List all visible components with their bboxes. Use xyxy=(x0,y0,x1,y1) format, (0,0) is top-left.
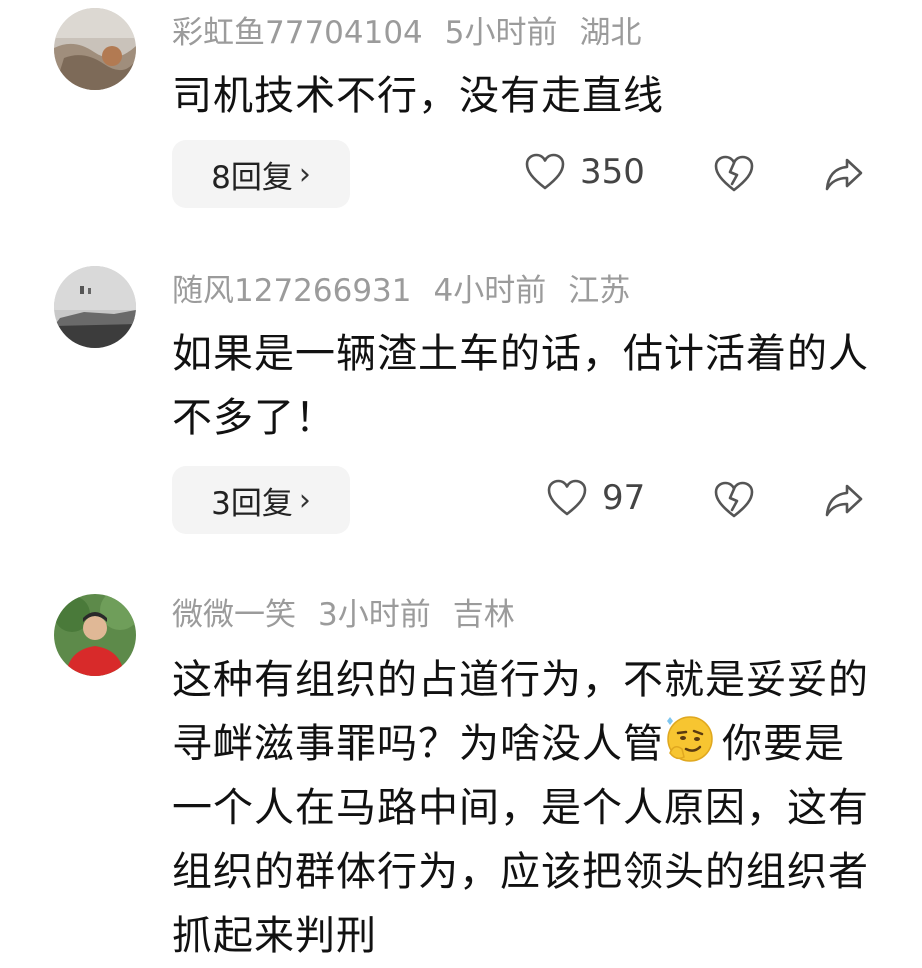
thinking-smirk-emoji-icon xyxy=(664,713,716,765)
avatar[interactable] xyxy=(54,8,136,90)
timestamp: 4小时前 xyxy=(433,273,547,309)
location: 江苏 xyxy=(568,273,631,309)
comment-item: 随风127266931 4小时前 江苏 如果是一辆渣土车的话，估计活着的人不多了！ … xyxy=(0,260,922,560)
username[interactable]: 彩虹鱼77704104 xyxy=(172,15,423,51)
chevron-right-icon: › xyxy=(298,482,311,518)
broken-heart-icon xyxy=(714,155,754,192)
comment-text: 司机技术不行，没有走直线 xyxy=(172,73,664,119)
comment-item: 彩虹鱼77704104 5小时前 湖北 司机技术不行，没有走直线 8回复 › 350 xyxy=(0,0,922,240)
comment-meta: 彩虹鱼77704104 5小时前 湖北 xyxy=(172,18,664,49)
comment-item: 微微一笑 3小时前 吉林 这种有组织的占道行为，不就是妥妥的寻衅滋事罪吗？为啥没人管… xyxy=(0,586,922,959)
comment-text: 如果是一辆渣土车的话，估计活着的人不多了！ xyxy=(172,331,869,441)
timestamp: 5小时前 xyxy=(444,15,558,51)
comment-text: 这种有组织的占道行为，不就是妥妥的寻衅滋事罪吗？为啥没人管 你要是一个人在马路中… xyxy=(172,648,882,968)
dislike-button[interactable] xyxy=(712,478,756,522)
username[interactable]: 微微一笑 xyxy=(172,597,296,633)
chevron-right-icon: › xyxy=(298,156,311,192)
location: 湖北 xyxy=(579,15,642,51)
comment-meta: 随风127266931 4小时前 江苏 xyxy=(172,276,652,307)
username[interactable]: 随风127266931 xyxy=(172,273,412,309)
share-button[interactable] xyxy=(822,152,866,196)
avatar[interactable] xyxy=(54,266,136,348)
share-button[interactable] xyxy=(822,478,866,522)
location: 吉林 xyxy=(452,597,515,633)
comment-meta: 微微一笑 3小时前 吉林 xyxy=(172,600,537,631)
replies-label: 3回复 xyxy=(211,485,293,522)
avatar[interactable] xyxy=(54,594,136,676)
heart-outline-icon xyxy=(547,479,587,516)
like-button[interactable]: 350 xyxy=(524,152,645,192)
share-arrow-icon xyxy=(825,484,863,517)
broken-heart-icon xyxy=(714,481,754,518)
like-count: 350 xyxy=(580,152,645,192)
replies-label: 8回复 xyxy=(211,159,293,196)
like-button[interactable]: 97 xyxy=(546,478,645,518)
share-arrow-icon xyxy=(825,158,863,191)
heart-outline-icon xyxy=(525,153,565,190)
dislike-button[interactable] xyxy=(712,152,756,196)
replies-button[interactable]: 3回复 › xyxy=(172,466,350,534)
timestamp: 3小时前 xyxy=(318,597,431,633)
replies-button[interactable]: 8回复 › xyxy=(172,140,350,208)
like-count: 97 xyxy=(602,478,646,518)
